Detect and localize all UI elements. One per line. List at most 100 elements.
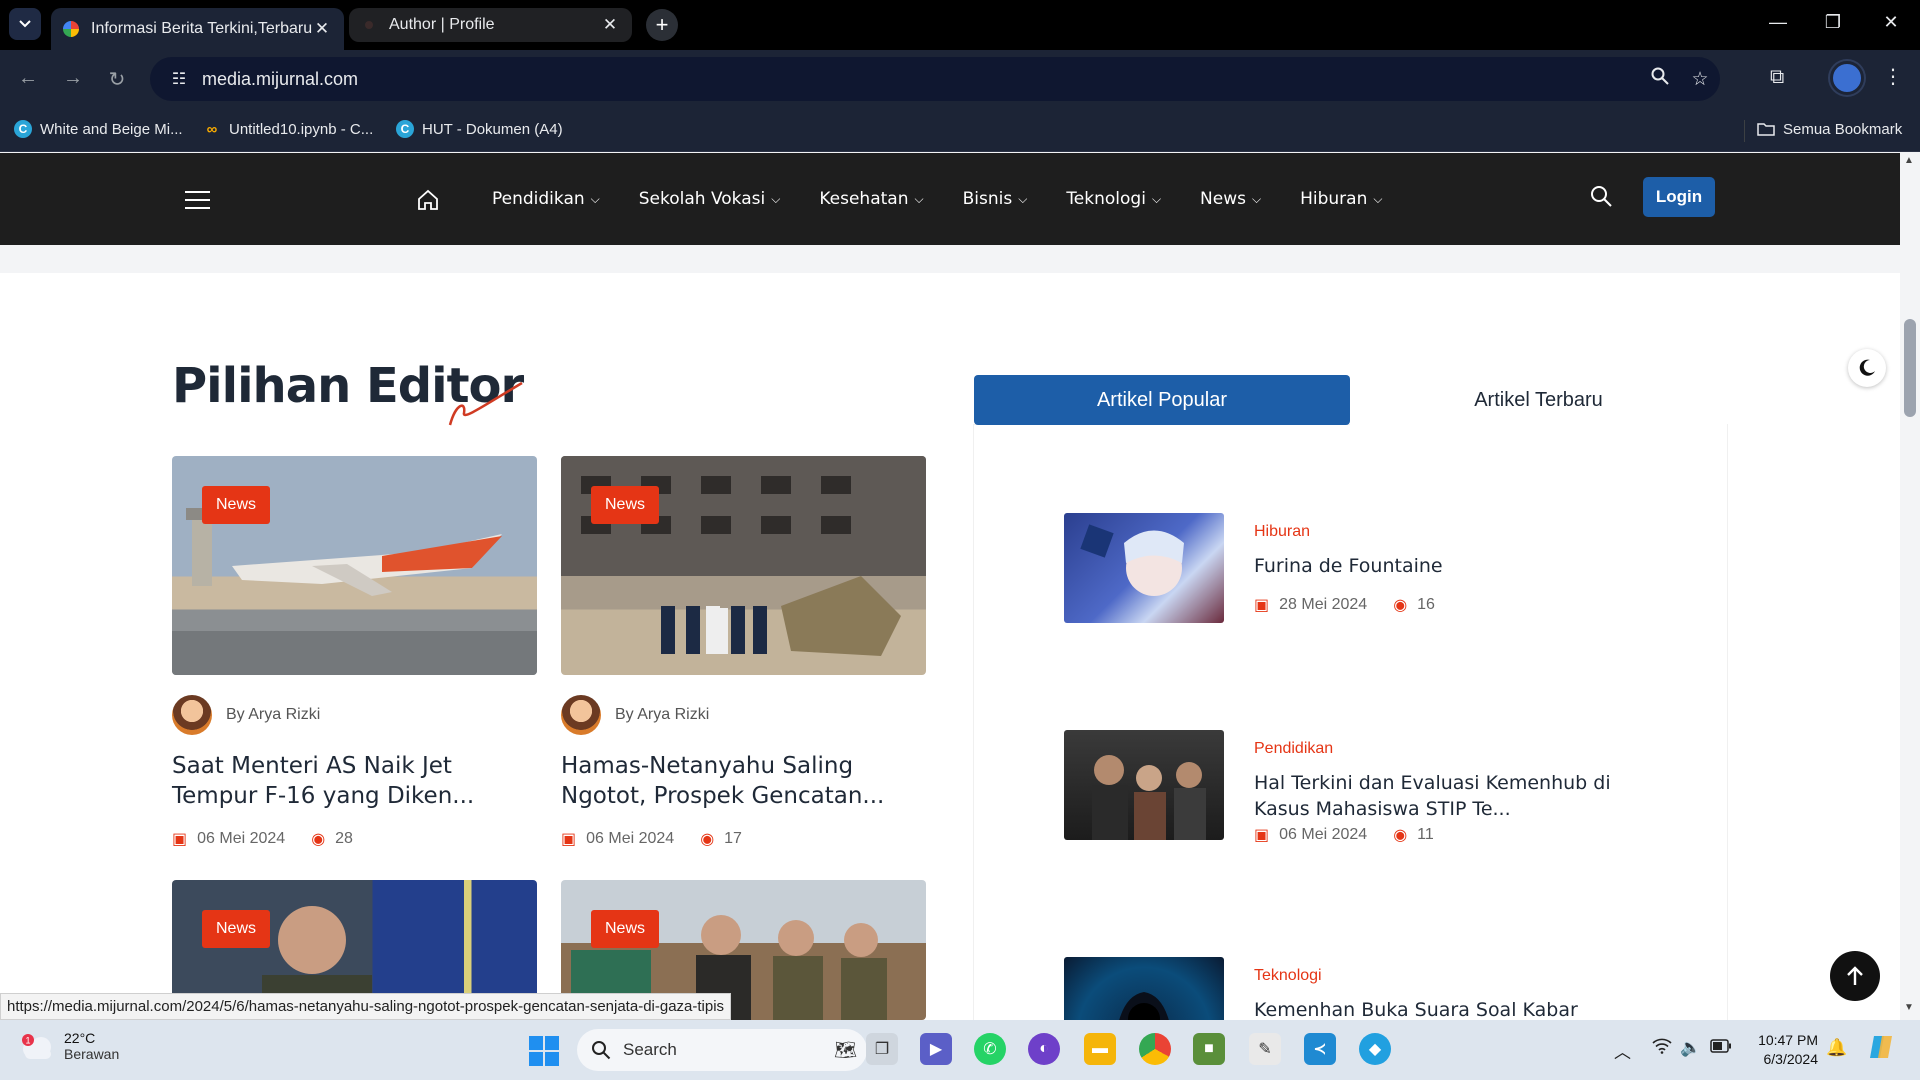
menu-sekolah-vokasi[interactable]: Sekolah Vokasi ⌵ <box>639 189 781 209</box>
minecraft-icon[interactable]: ■ <box>1193 1033 1225 1065</box>
dark-mode-toggle[interactable] <box>1848 349 1886 387</box>
category-badge[interactable]: News <box>202 486 271 524</box>
browser-tab-active[interactable]: Informasi Berita Terkini,Terbaru ✕ <box>51 8 344 50</box>
close-tab-icon[interactable]: ✕ <box>600 15 620 35</box>
article-headline[interactable]: Saat Menteri AS Naik Jet Tempur F-16 yan… <box>172 751 542 811</box>
search-highlight-icon: 🗺 <box>834 1039 857 1060</box>
article-views: 28 <box>335 830 353 847</box>
app-icon[interactable]: ◆ <box>1359 1033 1391 1065</box>
menu-label: Hiburan <box>1300 189 1368 209</box>
category-badge[interactable]: News <box>202 910 271 948</box>
taskbar-clock[interactable]: 10:47 PM 6/3/2024 <box>1752 1031 1818 1069</box>
canva-icon: C <box>396 120 414 138</box>
teams-icon[interactable]: ▶ <box>920 1033 952 1065</box>
sidebar-title[interactable]: Hal Terkini dan Evaluasi Kemenhub di Kas… <box>1254 770 1624 822</box>
zoom-icon[interactable] <box>1640 67 1680 91</box>
close-tab-icon[interactable]: ✕ <box>312 19 332 39</box>
menu-kebab-icon[interactable]: ⋮ <box>1883 64 1903 89</box>
site-info-icon[interactable]: ☷ <box>164 69 194 89</box>
menu-bisnis[interactable]: Bisnis ⌵ <box>963 189 1028 209</box>
new-tab-button[interactable]: + <box>646 9 678 41</box>
author-row[interactable]: By Arya Rizki <box>561 695 709 735</box>
copilot-icon[interactable] <box>1866 1032 1896 1067</box>
menu-pendidikan[interactable]: Pendidikan ⌵ <box>492 189 600 209</box>
window-close-icon[interactable]: ✕ <box>1876 12 1906 33</box>
article-thumbnail[interactable]: News <box>172 456 537 675</box>
notification-bell-icon[interactable]: 🔔 <box>1826 1038 1847 1058</box>
scrollbar-thumb[interactable] <box>1904 319 1916 417</box>
bookmark-item[interactable]: C White and Beige Mi... <box>14 116 183 142</box>
url-text[interactable]: media.mijurnal.com <box>202 69 1640 90</box>
home-icon[interactable] <box>417 189 439 216</box>
windows-start-icon[interactable] <box>529 1036 559 1071</box>
paint-icon[interactable]: ✎ <box>1249 1033 1281 1065</box>
tab-search-button[interactable] <box>9 8 41 40</box>
volume-icon[interactable]: 🔈 <box>1680 1038 1701 1058</box>
whatsapp-icon[interactable]: ✆ <box>974 1033 1006 1065</box>
browser-tab[interactable]: Author | Profile ✕ <box>349 8 632 42</box>
article-card[interactable]: News By Arya Rizki Saat Menteri AS Naik … <box>172 456 537 848</box>
author-name[interactable]: By Arya Rizki <box>615 706 709 724</box>
vscode-icon[interactable]: ≺ <box>1304 1033 1336 1065</box>
article-headline[interactable]: Hamas-Netanyahu Saling Ngotot, Prospek G… <box>561 751 931 811</box>
menu-news[interactable]: News ⌵ <box>1200 189 1261 209</box>
weather-widget[interactable]: 1 22°C Berawan <box>20 1030 119 1062</box>
sidebar-thumbnail[interactable] <box>1064 513 1224 623</box>
scroll-up-icon[interactable]: ▲ <box>1904 155 1914 166</box>
menu-teknologi[interactable]: Teknologi ⌵ <box>1066 189 1161 209</box>
tab-artikel-popular[interactable]: Artikel Popular <box>974 375 1350 425</box>
profile-avatar[interactable] <box>1830 61 1864 95</box>
restore-icon[interactable]: ❐ <box>1818 12 1848 33</box>
divider <box>1744 120 1745 142</box>
chrome-icon[interactable] <box>1139 1033 1171 1065</box>
sidebar-category[interactable]: Teknologi <box>1254 967 1322 985</box>
page-scrollbar[interactable]: ▲ ▼ <box>1900 153 1920 1020</box>
author-row[interactable]: By Arya Rizki <box>172 695 320 735</box>
back-to-top-button[interactable] <box>1830 951 1880 1001</box>
scroll-down-icon[interactable]: ▼ <box>1904 1002 1914 1013</box>
title-swoosh-decoration <box>448 381 523 426</box>
tray-chevron-up-icon[interactable]: ︿ <box>1614 1038 1631 1063</box>
sidebar-thumbnail[interactable] <box>1064 957 1224 1020</box>
wifi-icon[interactable] <box>1652 1038 1672 1059</box>
menu-label: Pendidikan <box>492 189 585 209</box>
bookmark-star-icon[interactable]: ☆ <box>1680 68 1720 91</box>
forward-icon[interactable]: → <box>60 67 86 90</box>
sidebar-category[interactable]: Hiburan <box>1254 523 1310 541</box>
bookmark-item[interactable]: C HUT - Dokumen (A4) <box>396 116 563 142</box>
address-bar[interactable]: ☷ media.mijurnal.com ☆ <box>150 57 1720 101</box>
sidebar-title[interactable]: Furina de Fountaine <box>1254 553 1624 579</box>
article-thumbnail[interactable]: News <box>561 456 926 675</box>
github-desktop-icon[interactable]: ◐ <box>1028 1033 1060 1065</box>
article-card[interactable]: News By Arya Rizki Hamas-Netanyahu Salin… <box>561 456 926 848</box>
task-view-icon[interactable]: ❐ <box>866 1033 898 1065</box>
folder-icon <box>1757 120 1775 138</box>
bookmark-label: HUT - Dokumen (A4) <box>422 120 563 138</box>
category-badge[interactable]: News <box>591 486 660 524</box>
login-button[interactable]: Login <box>1643 177 1715 217</box>
battery-icon[interactable] <box>1710 1038 1732 1058</box>
sidebar-category[interactable]: Pendidikan <box>1254 740 1333 758</box>
all-bookmarks[interactable]: Semua Bookmark <box>1757 116 1902 142</box>
taskbar-search[interactable]: Search 🗺 <box>577 1029 867 1071</box>
tab-artikel-terbaru[interactable]: Artikel Terbaru <box>1350 375 1727 425</box>
hamburger-menu-icon[interactable] <box>185 191 210 209</box>
sidebar-title[interactable]: Kemenhan Buka Suara Soal Kabar Website D… <box>1254 997 1624 1020</box>
author-name[interactable]: By Arya Rizki <box>226 706 320 724</box>
menu-kesehatan[interactable]: Kesehatan ⌵ <box>819 189 923 209</box>
category-badge[interactable]: News <box>591 910 660 948</box>
menu-hiburan[interactable]: Hiburan ⌵ <box>1300 189 1382 209</box>
article-date: 06 Mei 2024 <box>197 830 286 847</box>
search-icon[interactable] <box>1589 184 1613 213</box>
bookmark-item[interactable]: ∞ Untitled10.ipynb - C... <box>203 116 374 142</box>
sidebar-thumbnail[interactable] <box>1064 730 1224 840</box>
status-bar-url: https://media.mijurnal.com/2024/5/6/hama… <box>0 993 732 1020</box>
file-explorer-icon[interactable]: ▬ <box>1084 1033 1116 1065</box>
eye-icon: ◉ <box>1393 827 1408 844</box>
minimize-icon[interactable]: — <box>1763 12 1793 33</box>
extensions-icon[interactable]: ⧉ <box>1770 66 1784 89</box>
reload-icon[interactable]: ↻ <box>104 67 130 92</box>
sidebar-meta: ▣ 06 Mei 2024 ◉ 11 <box>1254 825 1434 845</box>
chevron-down-icon: ⌵ <box>1018 191 1028 206</box>
back-icon[interactable]: ← <box>15 67 41 90</box>
